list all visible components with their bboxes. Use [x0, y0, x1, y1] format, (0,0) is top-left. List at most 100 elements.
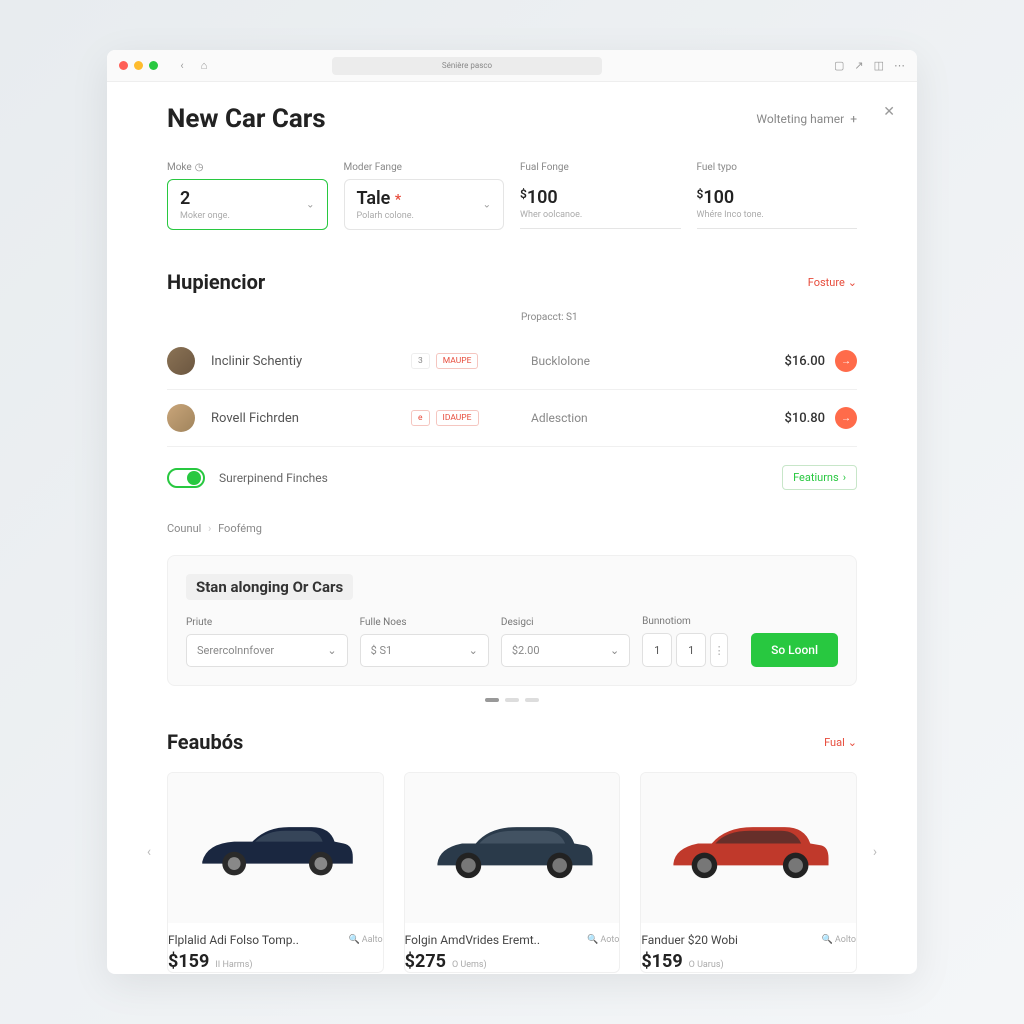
page-dot[interactable]: [505, 698, 519, 702]
pf-label: Priute: [186, 617, 348, 628]
clock-icon: ◷: [195, 162, 204, 173]
car-card[interactable]: Folgin AmdVrides Eremt.. 🔍 Aoto $275 O U…: [404, 772, 621, 973]
filter-fuel-range-input[interactable]: $100 Wher oolcanoe.: [520, 179, 681, 229]
card-price: $159 II Harms): [168, 951, 383, 972]
home-button[interactable]: ⌂: [196, 58, 212, 74]
go-button[interactable]: →: [835, 407, 857, 429]
chevron-down-icon: ⌄: [327, 644, 336, 657]
toggle-left: Surerpinend Finches: [167, 468, 328, 488]
badge: IDAUPE: [436, 410, 479, 426]
chevron-down-icon: ⌄: [848, 276, 857, 289]
filter-hint: Wher oolcanoe.: [520, 210, 681, 220]
pf-qty: Bunnotiom 1 1 ⋮: [642, 616, 739, 667]
car-image: [641, 773, 856, 923]
filter-fuel-type-input[interactable]: $100 Whére Inco tone.: [697, 179, 858, 229]
avatar: [167, 347, 195, 375]
filter-hint: Moker onge.: [180, 211, 315, 221]
filter-make-select[interactable]: 2 Moker onge. ⌄: [167, 179, 328, 230]
share-icon[interactable]: ↗: [854, 59, 863, 72]
badge: MAUPE: [436, 353, 479, 369]
bookmark-icon[interactable]: ▢: [834, 59, 844, 72]
minimize-dot[interactable]: [134, 61, 143, 70]
featured-header: Feaubós Fual ⌄: [167, 730, 857, 754]
card-sub: O Uems): [452, 960, 487, 970]
featured-title: Feaubós: [167, 730, 243, 754]
features-btn-label: Featiurns: [793, 471, 839, 484]
card-title: Folgin AmdVrides Eremt..: [405, 933, 540, 947]
filter-model-select[interactable]: Tale * Polarh colone. ⌄: [344, 179, 505, 230]
stepper-v2[interactable]: 1: [676, 633, 706, 667]
card-body: Flplalid Adi Folso Tomp.. 🔍 Aalto $159 I…: [168, 923, 383, 972]
close-dot[interactable]: [119, 61, 128, 70]
filter-value: Tale *: [357, 188, 492, 209]
pf-fuel-select[interactable]: $ S1⌄: [360, 634, 489, 667]
toggle-switch[interactable]: [167, 468, 205, 488]
car-card[interactable]: Flplalid Adi Folso Tomp.. 🔍 Aalto $159 I…: [167, 772, 384, 973]
card-sub: O Uarus): [689, 960, 724, 970]
pf-label: Fulle Noes: [360, 617, 489, 628]
filter-make: Moke ◷ 2 Moker onge. ⌄: [167, 162, 328, 230]
chevron-down-icon: ⌄: [306, 199, 314, 210]
titlebar: ‹ ⌂ Sénière pasco ▢ ↗ ◫ ⋯: [107, 50, 917, 82]
fuel-link[interactable]: Fual ⌄: [824, 736, 857, 749]
pf-price-select[interactable]: Serercolnnfover⌄: [186, 634, 348, 667]
row-name: Inclinir Schentiy: [211, 354, 411, 369]
pf-price: Priute Serercolnnfover⌄: [186, 617, 348, 667]
hup-title: Hupiencior: [167, 270, 265, 294]
close-icon[interactable]: ✕: [883, 104, 895, 120]
page-title: New Car Cars: [167, 104, 326, 134]
card-meta: 🔍 Aalto: [349, 935, 383, 945]
carousel-next[interactable]: ›: [865, 842, 885, 862]
car-image: [405, 773, 620, 923]
submit-button[interactable]: So Loonl: [751, 633, 838, 667]
url-bar[interactable]: Sénière pasco: [332, 57, 602, 75]
wolting-label: Wolteting hamer: [756, 112, 844, 126]
top-filters: Moke ◷ 2 Moker onge. ⌄ Moder Fange Tale …: [167, 162, 857, 230]
card-meta: 🔍 Aoto: [587, 935, 619, 945]
filter-fuel-type: Fuel typo $100 Whére Inco tone.: [697, 162, 858, 230]
lock-icon[interactable]: ◫: [874, 59, 884, 72]
filter-value: 2: [180, 188, 315, 209]
features-button[interactable]: Featiurns ›: [782, 465, 857, 490]
badge: 3: [411, 353, 430, 369]
card-title-row: Fanduer $20 Wobi 🔍 Aolto: [641, 933, 856, 947]
crumb-sep: ›: [208, 522, 211, 535]
wolting-link[interactable]: Wolteting hamer +: [756, 112, 857, 126]
sub-label: Propacct: S1: [521, 312, 857, 323]
stepper-more[interactable]: ⋮: [710, 633, 728, 667]
pf-fuel: Fulle Noes $ S1⌄: [360, 617, 489, 667]
header-row: New Car Cars Wolteting hamer +: [167, 104, 857, 134]
card-meta: 🔍 Aolto: [822, 935, 856, 945]
pager: [167, 698, 857, 702]
page-dot[interactable]: [485, 698, 499, 702]
filter-fuel-range: Fual Fonge $100 Wher oolcanoe.: [520, 162, 681, 230]
panel-filters: Priute Serercolnnfover⌄ Fulle Noes $ S1⌄…: [186, 616, 838, 667]
search-panel: Stan alonging Or Cars Priute Serercolnnf…: [167, 555, 857, 686]
more-icon[interactable]: ⋯: [894, 59, 905, 72]
pf-design-select[interactable]: $2.00⌄: [501, 634, 630, 667]
carousel-prev[interactable]: ‹: [139, 842, 159, 862]
card-price: $159 O Uarus): [641, 951, 856, 972]
nav-controls: ‹ ⌂: [174, 58, 212, 74]
filter-label: Fuel typo: [697, 162, 858, 173]
row-badges: e IDAUPE: [411, 410, 501, 426]
crumb[interactable]: Counul: [167, 522, 201, 535]
window-controls: [119, 61, 158, 70]
chevron-down-icon: ⌄: [483, 199, 491, 210]
back-button[interactable]: ‹: [174, 58, 190, 74]
stepper-v1[interactable]: 1: [642, 633, 672, 667]
stepper: 1 1 ⋮: [642, 633, 739, 667]
page-dot[interactable]: [525, 698, 539, 702]
row-desc: Bucklolone: [501, 354, 784, 368]
card-body: Fanduer $20 Wobi 🔍 Aolto $159 O Uarus): [641, 923, 856, 972]
card-title-row: Flplalid Adi Folso Tomp.. 🔍 Aalto: [168, 933, 383, 947]
content: ✕ New Car Cars Wolteting hamer + Moke ◷ …: [107, 82, 917, 973]
titlebar-right: ▢ ↗ ◫ ⋯: [834, 59, 905, 72]
filter-label: Moder Fange: [344, 162, 505, 173]
feature-link[interactable]: Fosture ⌄: [808, 276, 857, 289]
car-card[interactable]: Fanduer $20 Wobi 🔍 Aolto $159 O Uarus): [640, 772, 857, 973]
badge: e: [411, 410, 430, 426]
go-button[interactable]: →: [835, 350, 857, 372]
maximize-dot[interactable]: [149, 61, 158, 70]
feature-link-label: Fosture: [808, 276, 845, 289]
